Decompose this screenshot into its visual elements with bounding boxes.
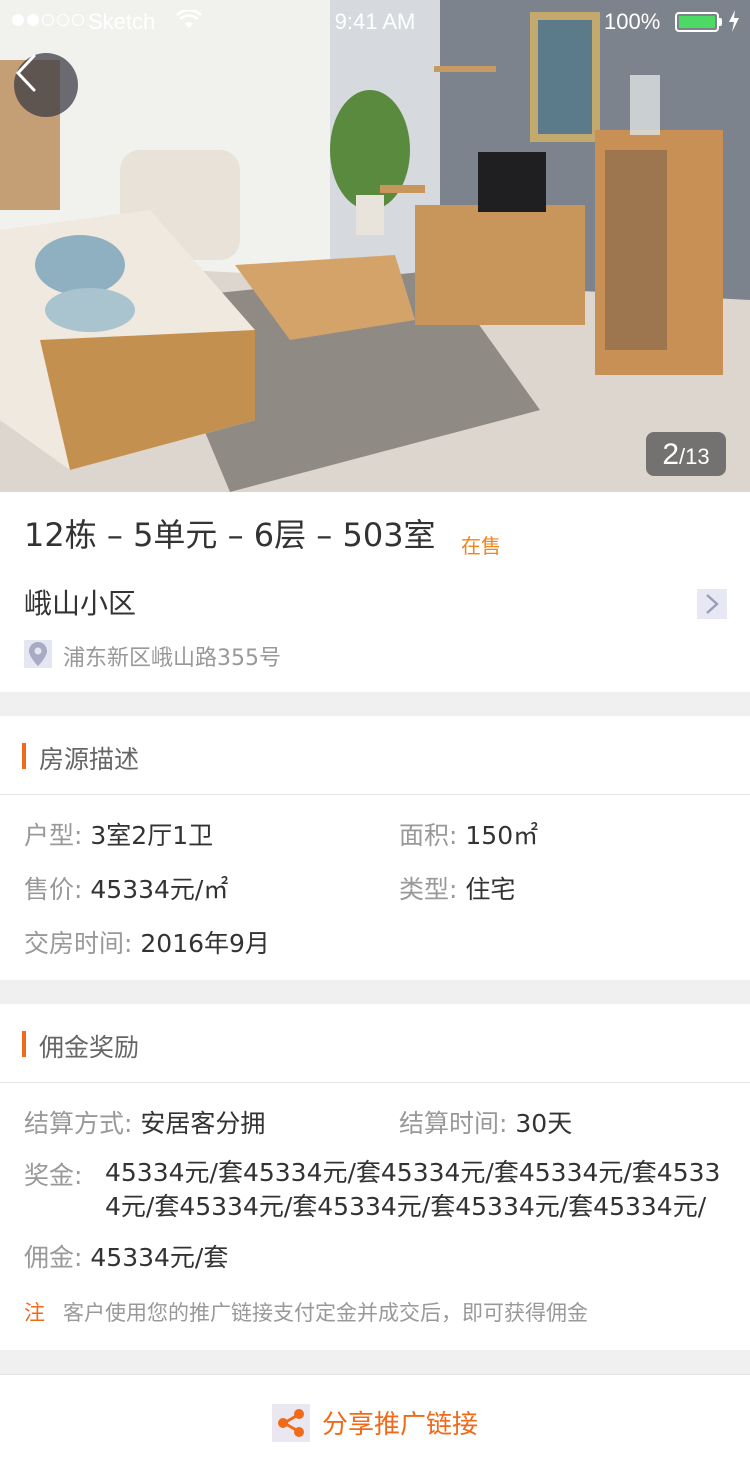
- location-pin-icon: [24, 640, 52, 668]
- area-row: 面积: 150㎡: [399, 816, 538, 852]
- share-icon: [271, 1403, 310, 1442]
- settle-method-value: 安居客分拥: [140, 1109, 266, 1138]
- section-accent-bar: [22, 743, 26, 769]
- status-badge: 在售: [461, 534, 501, 558]
- handover-value: 2016年9月: [140, 929, 270, 958]
- section-title: 佣金奖励: [39, 1033, 140, 1062]
- handover-row: 交房时间: 2016年9月: [24, 924, 270, 960]
- commission-label: 佣金:: [24, 1243, 83, 1272]
- property-description-section: 房源描述 户型: 3室2厅1卫 面积: 150㎡ 售价: 45334元/㎡ 类型…: [0, 716, 750, 980]
- share-promo-link-button[interactable]: 分享推广链接: [271, 1403, 478, 1442]
- bottom-action-bar: 分享推广链接: [0, 1374, 750, 1470]
- photo-total-count: 13: [685, 444, 710, 469]
- listing-title: 12栋 – 5单元 – 6层 – 503室: [24, 516, 436, 554]
- layout-row: 户型: 3室2厅1卫: [24, 816, 213, 852]
- type-row: 类型: 住宅: [399, 870, 515, 906]
- layout-value: 3室2厅1卫: [90, 821, 214, 850]
- settle-method-row: 结算方式: 安居客分拥: [24, 1104, 265, 1140]
- layout-label: 户型:: [24, 821, 83, 850]
- section-header: 佣金奖励: [0, 1004, 750, 1083]
- section-accent-bar: [22, 1031, 26, 1057]
- settle-time-row: 结算时间: 30天: [399, 1104, 572, 1140]
- area-value: 150㎡: [465, 821, 539, 850]
- section-title: 房源描述: [39, 745, 140, 774]
- price-label: 售价:: [24, 875, 83, 904]
- back-button[interactable]: [14, 53, 78, 117]
- photo-counter: 2 / 13: [646, 432, 726, 476]
- chevron-right-icon[interactable]: [697, 589, 727, 619]
- section-header: 房源描述: [0, 716, 750, 795]
- price-value: 45334元/㎡: [90, 875, 229, 904]
- settle-time-value: 30天: [515, 1109, 573, 1138]
- battery-icon: [675, 12, 719, 32]
- property-photo-gallery[interactable]: Sketch 9:41 AM 100% 2 / 13: [0, 0, 750, 492]
- listing-address: 浦东新区峨山路355号: [63, 646, 281, 671]
- bonus-value: 45334元/套45334元/套45334元/套45334元/套45334元/套…: [105, 1158, 721, 1221]
- commission-value: 45334元/套: [90, 1243, 229, 1272]
- bonus-label: 奖金:: [24, 1161, 83, 1190]
- commission-reward-section: 佣金奖励 结算方式: 安居客分拥 结算时间: 30天 奖金: 45334元/套4…: [0, 1004, 750, 1350]
- price-row: 售价: 45334元/㎡: [24, 870, 228, 906]
- handover-label: 交房时间:: [24, 929, 133, 958]
- commission-note: 注客户使用您的推广链接支付定金并成交后，即可获得佣金: [24, 1297, 588, 1327]
- type-value: 住宅: [465, 875, 516, 904]
- settle-method-label: 结算方式:: [24, 1109, 133, 1138]
- listing-info-card: 12栋 – 5单元 – 6层 – 503室 在售 峨山小区 浦东新区峨山路355…: [0, 492, 750, 692]
- note-mark: 注: [24, 1301, 45, 1325]
- type-label: 类型:: [399, 875, 458, 904]
- battery-percentage: 100%: [604, 9, 661, 34]
- note-text: 客户使用您的推广链接支付定金并成交后，即可获得佣金: [63, 1301, 588, 1325]
- battery-tip: [719, 18, 722, 26]
- commission-row: 佣金: 45334元/套: [24, 1238, 228, 1274]
- share-button-label: 分享推广链接: [321, 1410, 478, 1440]
- area-label: 面积:: [399, 821, 458, 850]
- photo-current-index: 2: [662, 438, 680, 471]
- community-name[interactable]: 峨山小区: [24, 582, 136, 622]
- settle-time-label: 结算时间:: [399, 1109, 508, 1138]
- living-room-photo: [0, 0, 750, 492]
- status-bar: Sketch 9:41 AM 100%: [0, 0, 750, 44]
